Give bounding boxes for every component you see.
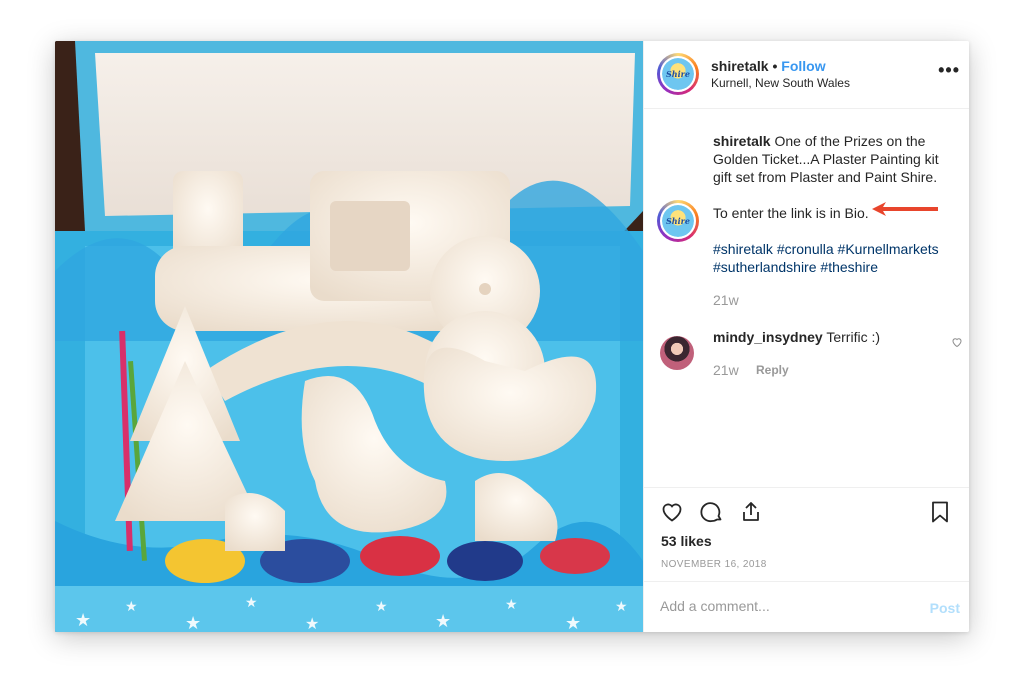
share-upload-icon[interactable] (739, 500, 763, 524)
plaster-kit-image: ★ ★ ★ ★ ★ ★ ★ ★ ★ ★ (55, 41, 643, 632)
action-bar: 53 likes NOVEMBER 16, 2018 (644, 487, 969, 581)
caption: shiretalk One of the Prizes on the Golde… (713, 132, 958, 240)
svg-text:★: ★ (505, 596, 518, 612)
comment-body: Terrific :) (826, 329, 881, 345)
post-comment-button[interactable]: Post (930, 600, 960, 616)
post-modal: ★ ★ ★ ★ ★ ★ ★ ★ ★ ★ Shire shiretalk • Fo… (55, 41, 969, 632)
svg-text:★: ★ (615, 598, 628, 614)
more-options-icon[interactable]: ••• (938, 60, 960, 81)
separator-dot: • (772, 58, 778, 74)
svg-text:★: ★ (75, 610, 91, 630)
avatar-inner: Shire (660, 203, 696, 239)
likes-count[interactable]: 53 likes (661, 533, 712, 549)
svg-text:★: ★ (185, 613, 201, 632)
commenter-avatar[interactable] (660, 336, 694, 370)
svg-text:★: ★ (245, 594, 258, 610)
hashtag-link[interactable]: #shiretalk (713, 241, 773, 257)
svg-text:★: ★ (375, 598, 388, 614)
svg-text:★: ★ (435, 611, 451, 631)
follow-button[interactable]: Follow (781, 58, 825, 74)
caption-hashtags: #shiretalk #cronulla #Kurnellmarkets #su… (713, 240, 963, 276)
post-location[interactable]: Kurnell, New South Wales (711, 76, 850, 90)
red-arrow-icon (872, 202, 938, 216)
shiretalk-logo-icon: Shire (662, 58, 694, 90)
reply-button[interactable]: Reply (756, 363, 789, 377)
caption-avatar[interactable]: Shire (657, 200, 699, 242)
svg-text:★: ★ (565, 613, 581, 632)
author-avatar[interactable]: Shire (657, 53, 699, 95)
like-heart-icon[interactable] (660, 500, 684, 524)
hashtag-link[interactable]: #Kurnellmarkets (838, 241, 939, 257)
author-line: shiretalk • Follow (711, 58, 826, 74)
hashtag-link[interactable]: #cronulla (777, 241, 834, 257)
save-bookmark-icon[interactable] (928, 500, 952, 524)
post-photo[interactable]: ★ ★ ★ ★ ★ ★ ★ ★ ★ ★ (55, 41, 643, 632)
add-comment-bar: Post (644, 581, 969, 632)
add-comment-input[interactable] (660, 598, 910, 614)
post-header: Shire shiretalk • Follow Kurnell, New So… (644, 41, 969, 109)
caption-paragraph: shiretalk One of the Prizes on the Golde… (713, 132, 958, 186)
caption-timestamp: 21w (713, 292, 739, 308)
post-date: NOVEMBER 16, 2018 (661, 559, 767, 570)
shiretalk-logo-icon: Shire (662, 205, 694, 237)
comment: mindy_insydney Terrific :) (713, 329, 880, 345)
comment-like-heart-icon[interactable] (951, 336, 963, 348)
svg-text:★: ★ (305, 616, 319, 632)
comment-username[interactable]: mindy_insydney (713, 329, 823, 345)
comment-bubble-icon[interactable] (700, 500, 724, 524)
svg-text:★: ★ (125, 598, 138, 614)
comment-timestamp: 21w (713, 362, 739, 378)
hashtag-link[interactable]: #theshire (820, 259, 878, 275)
hashtag-link[interactable]: #sutherlandshire (713, 259, 817, 275)
post-side-panel: Shire shiretalk • Follow Kurnell, New So… (643, 41, 969, 632)
avatar-inner: Shire (660, 56, 696, 92)
author-username[interactable]: shiretalk (711, 58, 769, 74)
caption-username[interactable]: shiretalk (713, 133, 771, 149)
